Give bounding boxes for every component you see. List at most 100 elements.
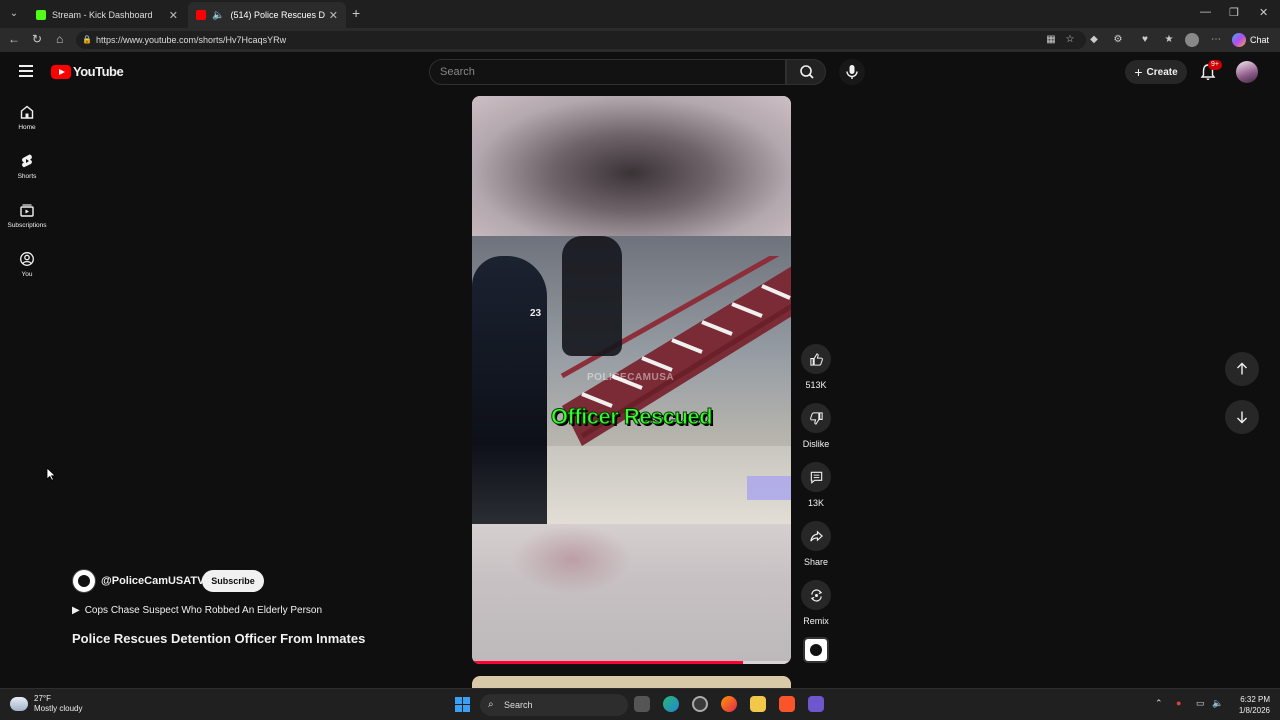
file-explorer-icon[interactable] [750,696,766,712]
youtube-header: YouTube Search + Create 9+ [0,52,1280,92]
youtube-logo[interactable]: YouTube [51,64,124,79]
system-clock[interactable]: 6:32 PM 1/8/2026 [1228,694,1270,716]
taskbar-search[interactable]: ⌕ Search [480,694,628,716]
tab-list-button[interactable]: ⌄ [4,4,24,24]
comments-button[interactable]: 13K [800,462,832,508]
remix-label: Remix [803,616,829,626]
comment-icon [810,471,822,484]
purple-overlay-patch [747,476,791,500]
guide-item-home[interactable]: Home [0,100,54,144]
chrome-app-icon[interactable] [692,696,708,712]
channel-handle[interactable]: @PoliceCamUSATV [101,575,204,587]
address-bar[interactable]: 🔒 https://www.youtube.com/shorts/Hv7Hcaq… [76,31,1086,49]
profile-icon[interactable] [1185,33,1199,47]
extension-diamond-icon[interactable]: ◆ [1087,33,1101,47]
back-icon[interactable]: ← [8,32,20,46]
foreground-figure [472,256,547,524]
search-input[interactable]: Search [429,59,786,85]
sound-link[interactable]: ▶ Cops Chase Suspect Who Robbed An Elder… [72,605,322,616]
copilot-chat-button[interactable]: Chat [1232,31,1269,49]
windows-start-icon[interactable] [455,697,470,712]
show-hidden-icons-icon[interactable]: ⌃ [1155,698,1163,709]
close-tab-icon[interactable]: ✕ [169,9,178,22]
browser-tab-bar: ⌄ Stream - Kick Dashboard ✕ 🔈 (514) Poli… [0,0,1280,28]
browser-essentials-icon[interactable]: ♥ [1138,33,1152,47]
firefox-icon[interactable] [721,696,737,712]
search-icon [800,65,814,79]
search-button[interactable] [786,59,826,85]
volume-icon[interactable]: 🔈 [1212,698,1223,709]
like-count: 513K [805,380,827,390]
url-text: https://www.youtube.com/shorts/Hv7HcaqsY… [96,35,287,45]
tab-title: Stream - Kick Dashboard [52,10,153,20]
home-browser-icon[interactable]: ⌂ [56,32,63,46]
window-close-icon[interactable]: ✕ [1259,6,1268,19]
share-button[interactable]: Share [800,521,832,567]
weather-condition: Mostly cloudy [34,704,83,713]
browser-tab-kick[interactable]: Stream - Kick Dashboard ✕ [28,2,186,28]
task-view-icon[interactable] [634,696,650,712]
channel-avatar[interactable] [72,569,96,593]
speaker-icon[interactable]: 🔈 [212,10,224,21]
next-short-preview[interactable] [472,676,791,688]
favorite-star-icon[interactable]: ☆ [1063,33,1077,47]
obs-app-icon[interactable] [808,696,824,712]
notification-badge: 9+ [1208,60,1222,70]
browser-tab-youtube[interactable]: 🔈 (514) Police Rescues Detentio ✕ [188,2,346,28]
close-tab-icon[interactable]: ✕ [329,9,338,22]
thumbs-down-icon [809,411,823,425]
taskbar-search-icon: ⌕ [488,699,494,710]
weather-widget[interactable]: 27°F Mostly cloudy [10,694,82,714]
app-available-icon[interactable]: ▦ [1044,33,1058,47]
thumbs-up-icon [809,352,823,366]
subscribe-button[interactable]: Subscribe [202,570,264,592]
video-blur-bottom [472,524,791,664]
sound-thumbnail[interactable] [803,637,829,663]
favorites-icon[interactable]: ★ [1162,33,1176,47]
remix-button[interactable]: Remix [800,580,832,626]
voice-search-button[interactable] [839,59,865,85]
video-progress-bar[interactable] [472,661,791,664]
share-label: Share [803,557,829,567]
edge-icon[interactable] [663,696,679,712]
dislike-button[interactable]: Dislike [800,403,832,449]
guide-label: Shorts [17,173,37,180]
taskbar-search-label: Search [504,700,533,710]
menu-icon[interactable] [19,65,33,77]
guide-item-you[interactable]: You [0,247,54,291]
home-icon [20,105,34,119]
dislike-label: Dislike [802,439,830,449]
restore-icon[interactable]: ❐ [1229,6,1239,19]
address-toolbar: ← ↻ ⌂ 🔒 https://www.youtube.com/shorts/H… [0,28,1280,52]
like-button[interactable]: 513K [800,344,832,390]
microphone-tray-icon[interactable]: ● [1176,698,1181,708]
plus-icon: + [1134,64,1143,80]
video-caption-overlay: Officer Rescued [550,404,713,430]
minimize-icon[interactable]: — [1200,6,1211,18]
guide-label: Home [18,124,36,131]
tab-title: (514) Police Rescues Detentio [230,10,325,20]
youtube-play-icon [51,64,71,79]
microphone-icon [846,65,858,79]
remix-icon [810,588,822,602]
shorts-video-player[interactable]: 23 POLICECAMUSA Officer Rescued [472,96,791,664]
previous-short-button[interactable] [1225,352,1259,386]
more-menu-icon[interactable]: ⋯ [1209,33,1223,47]
brave-icon[interactable] [779,696,795,712]
create-button[interactable]: + Create [1125,60,1187,84]
guide-item-shorts[interactable]: Shorts [0,149,54,193]
mouse-cursor-icon [46,467,56,481]
clock-date: 1/8/2026 [1238,706,1270,715]
extensions-puzzle-icon[interactable]: ⚙ [1111,33,1125,47]
clock-time: 6:32 PM [1240,695,1270,704]
new-tab-button[interactable]: + [352,5,360,21]
next-short-button[interactable] [1225,400,1259,434]
account-avatar[interactable] [1236,61,1258,83]
network-icon[interactable]: ▭ [1196,698,1205,709]
refresh-icon[interactable]: ↻ [32,32,42,46]
site-info-icon[interactable]: 🔒 [82,31,92,49]
logo-wordmark: YouTube [73,64,124,79]
kick-favicon-icon [36,10,46,20]
you-icon [20,252,34,266]
guide-item-subscriptions[interactable]: Subscriptions [0,198,54,242]
